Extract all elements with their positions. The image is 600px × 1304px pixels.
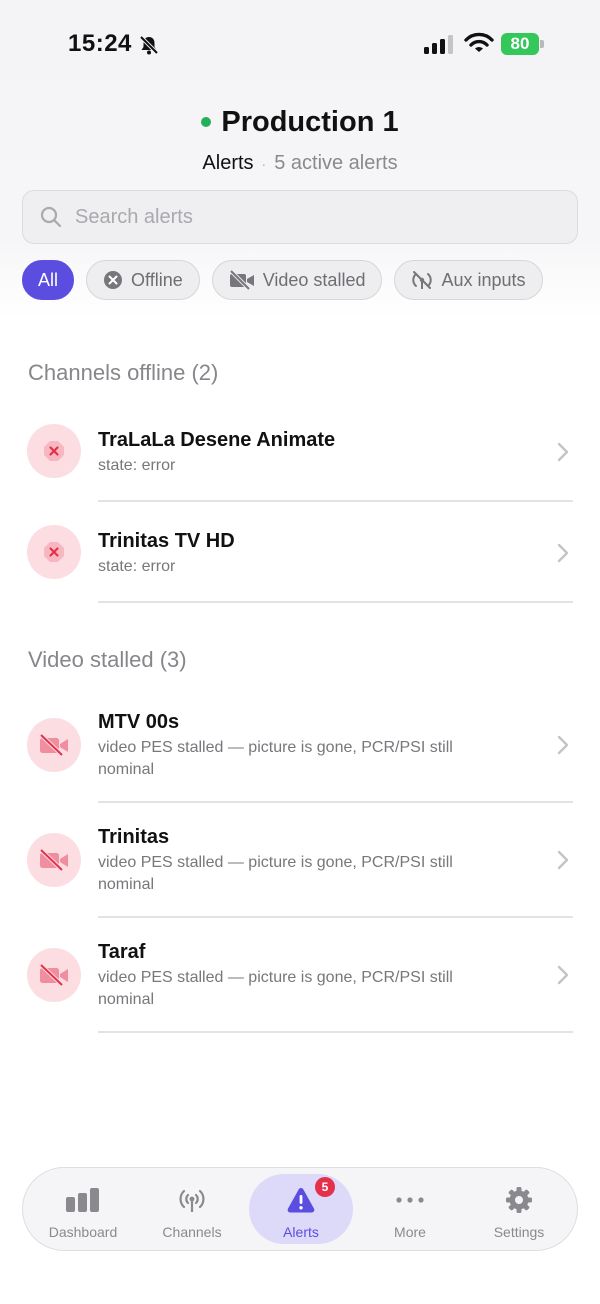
filter-all-label: All xyxy=(38,269,59,290)
video-off-icon xyxy=(229,270,255,290)
alert-channel-name: Trinitas xyxy=(98,826,170,848)
battery-indicator: 80 xyxy=(501,33,545,55)
alert-channel-name: Trinitas TV HD xyxy=(98,530,235,552)
row-divider xyxy=(98,500,573,502)
tab-more-label: More xyxy=(394,1224,426,1240)
row-divider xyxy=(98,601,573,603)
battery-level: 80 xyxy=(510,34,530,53)
section-title-offline: Channels offline (2) xyxy=(28,360,219,385)
filter-chips: All Offline Video stalled Aux inputs xyxy=(22,260,543,300)
chevron-right-icon xyxy=(557,442,569,467)
error-octagon-icon xyxy=(27,424,81,478)
video-off-icon xyxy=(27,718,81,772)
alert-channel-name: Taraf xyxy=(98,941,146,963)
subtitle-section: Alerts xyxy=(202,152,254,174)
tab-settings-label: Settings xyxy=(493,1224,545,1240)
cellular-signal-icon xyxy=(424,34,456,59)
antenna-off-icon xyxy=(411,270,433,290)
alert-row[interactable]: Trinitas video PES stalled — picture is … xyxy=(0,817,600,918)
wifi-icon xyxy=(464,32,494,59)
alert-triangle-icon xyxy=(249,1184,353,1216)
tab-alerts-label: Alerts xyxy=(283,1224,319,1240)
filter-all[interactable]: All xyxy=(22,260,75,300)
filter-aux-inputs[interactable]: Aux inputs xyxy=(394,260,543,300)
bell-muted-icon xyxy=(138,34,160,61)
alert-channel-name: TraLaLa Desene Animate xyxy=(98,429,336,451)
x-circle-icon xyxy=(103,270,123,290)
tab-channels[interactable]: Channels xyxy=(140,1174,244,1244)
filter-offline-label: Offline xyxy=(131,269,183,290)
tab-alerts[interactable]: 5 Alerts xyxy=(249,1174,353,1244)
alert-description: state: error xyxy=(98,558,176,575)
filter-aux-inputs-label: Aux inputs xyxy=(441,269,526,290)
alert-row[interactable]: Trinitas TV HD state: error xyxy=(0,521,600,603)
alert-description: state: error xyxy=(98,457,176,474)
search-bar[interactable] xyxy=(22,190,578,244)
error-octagon-icon xyxy=(27,525,81,579)
status-time: 15:24 xyxy=(68,30,132,57)
section-title-video-stalled: Video stalled (3) xyxy=(28,647,187,672)
page-header: Production 1 Alerts · 5 active alerts xyxy=(0,100,600,175)
alert-description: video PES stalled — picture is gone, PCR… xyxy=(98,854,453,893)
alert-description: video PES stalled — picture is gone, PCR… xyxy=(98,739,453,778)
alert-description: video PES stalled — picture is gone, PCR… xyxy=(98,969,453,1008)
filter-offline[interactable]: Offline xyxy=(86,260,200,300)
active-alerts-count: 5 active alerts xyxy=(274,152,398,174)
tab-dashboard-label: Dashboard xyxy=(48,1224,118,1240)
search-icon xyxy=(39,205,63,229)
row-divider xyxy=(98,1031,573,1033)
tab-channels-label: Channels xyxy=(162,1224,222,1240)
video-off-icon xyxy=(27,948,81,1002)
tab-more[interactable]: More xyxy=(358,1174,462,1244)
chevron-right-icon xyxy=(557,543,569,568)
chevron-right-icon xyxy=(557,850,569,875)
tab-bar: Dashboard Channels 5 Alerts More Setting… xyxy=(22,1167,578,1251)
row-divider xyxy=(98,801,573,803)
alerts-count-badge: 5 xyxy=(315,1177,335,1197)
alert-row[interactable]: Taraf video PES stalled — picture is gon… xyxy=(0,932,600,1033)
alert-channel-name: MTV 00s xyxy=(98,711,180,733)
status-bar: 15:24 80 xyxy=(0,0,600,90)
chevron-right-icon xyxy=(557,965,569,990)
antenna-icon xyxy=(140,1184,244,1216)
chevron-right-icon xyxy=(557,735,569,760)
more-dots-icon xyxy=(358,1184,462,1216)
filter-video-stalled[interactable]: Video stalled xyxy=(211,260,383,300)
subtitle-separator: · xyxy=(261,155,267,172)
tab-dashboard[interactable]: Dashboard xyxy=(31,1174,135,1244)
tab-settings[interactable]: Settings xyxy=(467,1174,571,1244)
search-input[interactable] xyxy=(75,205,535,229)
page-title: Production 1 xyxy=(221,105,399,138)
filter-video-stalled-label: Video stalled xyxy=(262,269,366,290)
video-off-icon xyxy=(27,833,81,887)
gear-icon xyxy=(467,1184,571,1216)
page-subtitle: Alerts · 5 active alerts xyxy=(0,152,600,175)
bar-chart-icon xyxy=(31,1184,135,1216)
live-status-dot xyxy=(201,117,212,127)
alert-row[interactable]: MTV 00s video PES stalled — picture is g… xyxy=(0,702,600,803)
alert-row[interactable]: TraLaLa Desene Animate state: error xyxy=(0,420,600,502)
row-divider xyxy=(98,916,573,918)
